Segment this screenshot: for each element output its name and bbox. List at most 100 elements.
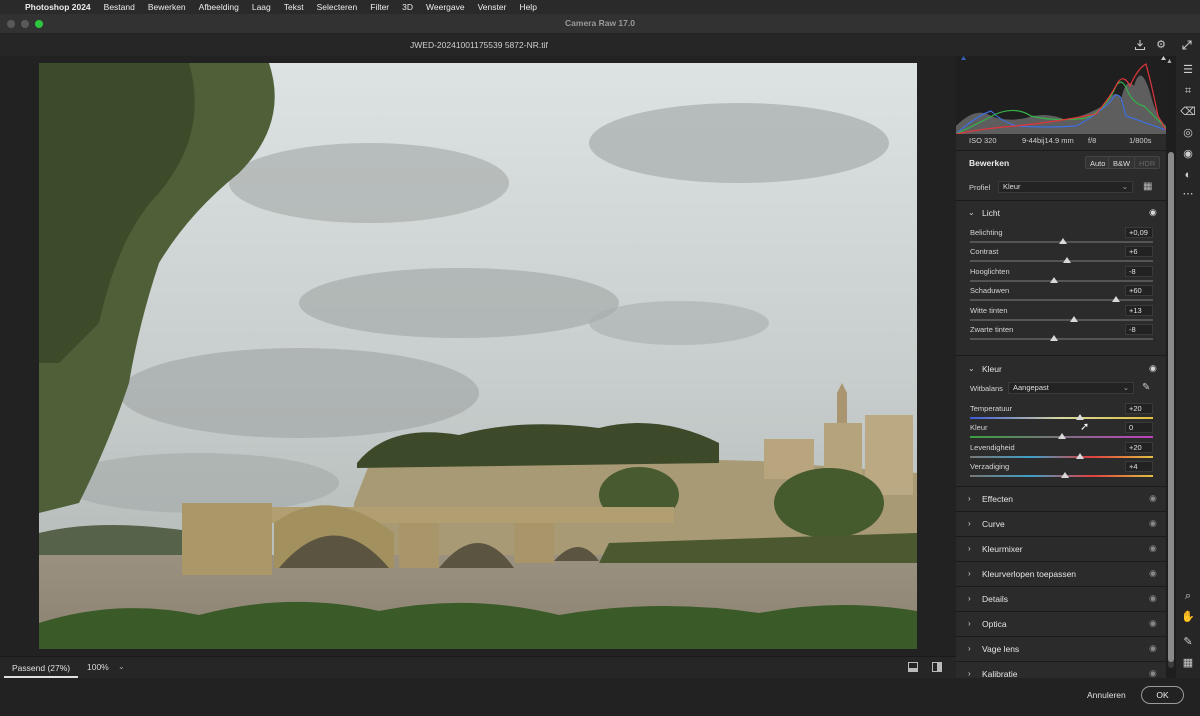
menu-venster[interactable]: Venster: [478, 2, 507, 12]
save-image-icon[interactable]: [1134, 39, 1146, 51]
profile-select[interactable]: Kleur ⌄: [998, 181, 1133, 193]
slider-value-field[interactable]: 0: [1125, 422, 1153, 434]
crop-icon[interactable]: ⌗: [1180, 83, 1196, 99]
zoom-level-value[interactable]: 100%: [87, 662, 109, 672]
zoom-dropdown-icon[interactable]: ⌄: [118, 662, 125, 671]
more-options-icon[interactable]: ⋯: [1180, 186, 1196, 202]
visibility-eye-icon[interactable]: ◉: [1149, 643, 1157, 654]
visibility-eye-icon[interactable]: ◉: [1149, 493, 1157, 504]
slider-levendigheid[interactable]: Levendigheid +20: [956, 441, 1166, 461]
slider-track[interactable]: [970, 299, 1153, 302]
slider-value-field[interactable]: +6: [1125, 246, 1153, 258]
section-header-curve[interactable]: › Curve ◉: [956, 512, 1166, 536]
visibility-eye-icon[interactable]: ◉: [1149, 363, 1157, 374]
slider-thumb[interactable]: [1062, 257, 1071, 264]
slider-track[interactable]: [970, 417, 1153, 419]
slider-schaduwen[interactable]: Schaduwen +60: [956, 285, 1166, 304]
cancel-button[interactable]: Annuleren: [1087, 690, 1126, 700]
slider-value-field[interactable]: +60: [1125, 285, 1153, 297]
before-after-view-icon[interactable]: [930, 661, 943, 673]
visibility-eye-icon[interactable]: ◉: [1149, 518, 1157, 529]
red-eye-icon[interactable]: ◉: [1180, 146, 1196, 162]
slider-witte-tinten[interactable]: Witte tinten +13: [956, 304, 1166, 324]
section-header-details[interactable]: › Details ◉: [956, 587, 1166, 611]
section-header-optica[interactable]: › Optica ◉: [956, 612, 1166, 636]
section-header-vage-lens[interactable]: › Vage lens ◉: [956, 637, 1166, 661]
single-view-icon[interactable]: [906, 661, 919, 673]
section-color-header[interactable]: ⌄ Kleur ◉: [956, 357, 1166, 381]
slider-track[interactable]: [970, 279, 1153, 282]
section-header-kleurmixer[interactable]: › Kleurmixer ◉: [956, 537, 1166, 561]
slider-kleur[interactable]: Kleur 0: [956, 422, 1166, 441]
menu-bewerken[interactable]: Bewerken: [148, 2, 186, 12]
scroll-up-arrow-icon[interactable]: ▲: [1166, 58, 1173, 65]
menu-laag[interactable]: Laag: [252, 2, 271, 12]
slider-track[interactable]: [970, 455, 1153, 458]
color-sampler-icon[interactable]: ✎: [1180, 634, 1196, 650]
slider-value-field[interactable]: +0,09: [1125, 227, 1153, 238]
auto-button[interactable]: Auto: [1085, 156, 1111, 169]
ok-button[interactable]: OK: [1141, 686, 1184, 704]
section-light-header[interactable]: ⌄ Licht ◉: [956, 201, 1166, 225]
slider-track[interactable]: [970, 318, 1153, 321]
slider-value-field[interactable]: +20: [1125, 403, 1153, 414]
slider-verzadiging[interactable]: Verzadiging +4: [956, 461, 1166, 480]
bw-button[interactable]: B&W: [1108, 156, 1136, 169]
section-header-effecten[interactable]: › Effecten ◉: [956, 487, 1166, 511]
menu-filter[interactable]: Filter: [370, 2, 389, 12]
app-menu[interactable]: Photoshop 2024: [25, 2, 91, 12]
eyedropper-icon[interactable]: ✎: [1142, 382, 1150, 393]
settings-gear-icon[interactable]: ⚙: [1155, 39, 1167, 51]
slider-thumb[interactable]: [1059, 238, 1068, 244]
visibility-eye-icon[interactable]: ◉: [1149, 593, 1157, 604]
menu-bestand[interactable]: Bestand: [104, 2, 135, 12]
slider-hooglichten[interactable]: Hooglichten -8: [956, 265, 1166, 285]
slider-value-field[interactable]: -8: [1125, 324, 1153, 335]
slider-track[interactable]: [970, 260, 1153, 263]
slider-value-field[interactable]: +4: [1125, 461, 1153, 473]
visibility-eye-icon[interactable]: ◉: [1149, 568, 1157, 579]
slider-thumb[interactable]: [1070, 315, 1079, 322]
slider-value-field[interactable]: -8: [1125, 265, 1153, 277]
panel-scrollbar[interactable]: [1168, 152, 1174, 668]
menu-help[interactable]: Help: [519, 2, 536, 12]
profile-browser-icon[interactable]: ▦: [1143, 181, 1152, 192]
grid-overlay-icon[interactable]: ▦: [1180, 655, 1196, 671]
histogram: [955, 56, 1167, 135]
presets-icon[interactable]: ◐: [1180, 167, 1196, 183]
slider-belichting[interactable]: Belichting +0,09: [956, 227, 1166, 246]
hdr-button[interactable]: HDR: [1134, 156, 1161, 169]
menu-afbeelding[interactable]: Afbeelding: [199, 2, 239, 12]
scrollbar-thumb[interactable]: [1168, 152, 1174, 662]
photo-preview[interactable]: [39, 63, 917, 649]
slider-contrast[interactable]: Contrast +6: [956, 246, 1166, 265]
image-canvas[interactable]: [0, 56, 956, 656]
slider-thumb[interactable]: [1061, 472, 1070, 479]
slider-thumb[interactable]: [1075, 452, 1084, 459]
menu-weergave[interactable]: Weergave: [426, 2, 465, 12]
section-header-kleurverlopen-toepassen[interactable]: › Kleurverlopen toepassen ◉: [956, 562, 1166, 586]
eraser-icon[interactable]: ⌫: [1180, 104, 1196, 120]
slider-thumb[interactable]: [1050, 276, 1059, 283]
slider-thumb[interactable]: [1112, 296, 1121, 303]
visibility-eye-icon[interactable]: ◉: [1149, 618, 1157, 629]
menu-selecteren[interactable]: Selecteren: [317, 2, 358, 12]
slider-temperatuur[interactable]: Temperatuur +20: [956, 403, 1166, 422]
zoom-tool-icon[interactable]: ⌕: [1180, 588, 1196, 604]
slider-zwarte-tinten[interactable]: Zwarte tinten -8: [956, 324, 1166, 343]
visibility-eye-icon[interactable]: ◉: [1149, 543, 1157, 554]
visibility-eye-icon[interactable]: ◉: [1149, 207, 1157, 218]
fullscreen-toggle-icon[interactable]: [1181, 39, 1193, 51]
masking-icon[interactable]: ◎: [1180, 125, 1196, 141]
menu-3d[interactable]: 3D: [402, 2, 413, 12]
slider-value-field[interactable]: +13: [1125, 304, 1153, 316]
slider-value-field[interactable]: +20: [1125, 441, 1153, 453]
edit-sliders-icon[interactable]: ☰: [1180, 62, 1196, 78]
white-balance-select[interactable]: Aangepast ⌄: [1008, 382, 1134, 394]
hand-tool-icon[interactable]: ✋: [1180, 609, 1196, 625]
zoom-fit-button[interactable]: Passend (27%): [4, 660, 79, 678]
slider-thumb[interactable]: [1057, 433, 1066, 440]
slider-track[interactable]: [970, 338, 1153, 340]
menu-tekst[interactable]: Tekst: [284, 2, 304, 12]
slider-thumb[interactable]: [1050, 335, 1059, 341]
